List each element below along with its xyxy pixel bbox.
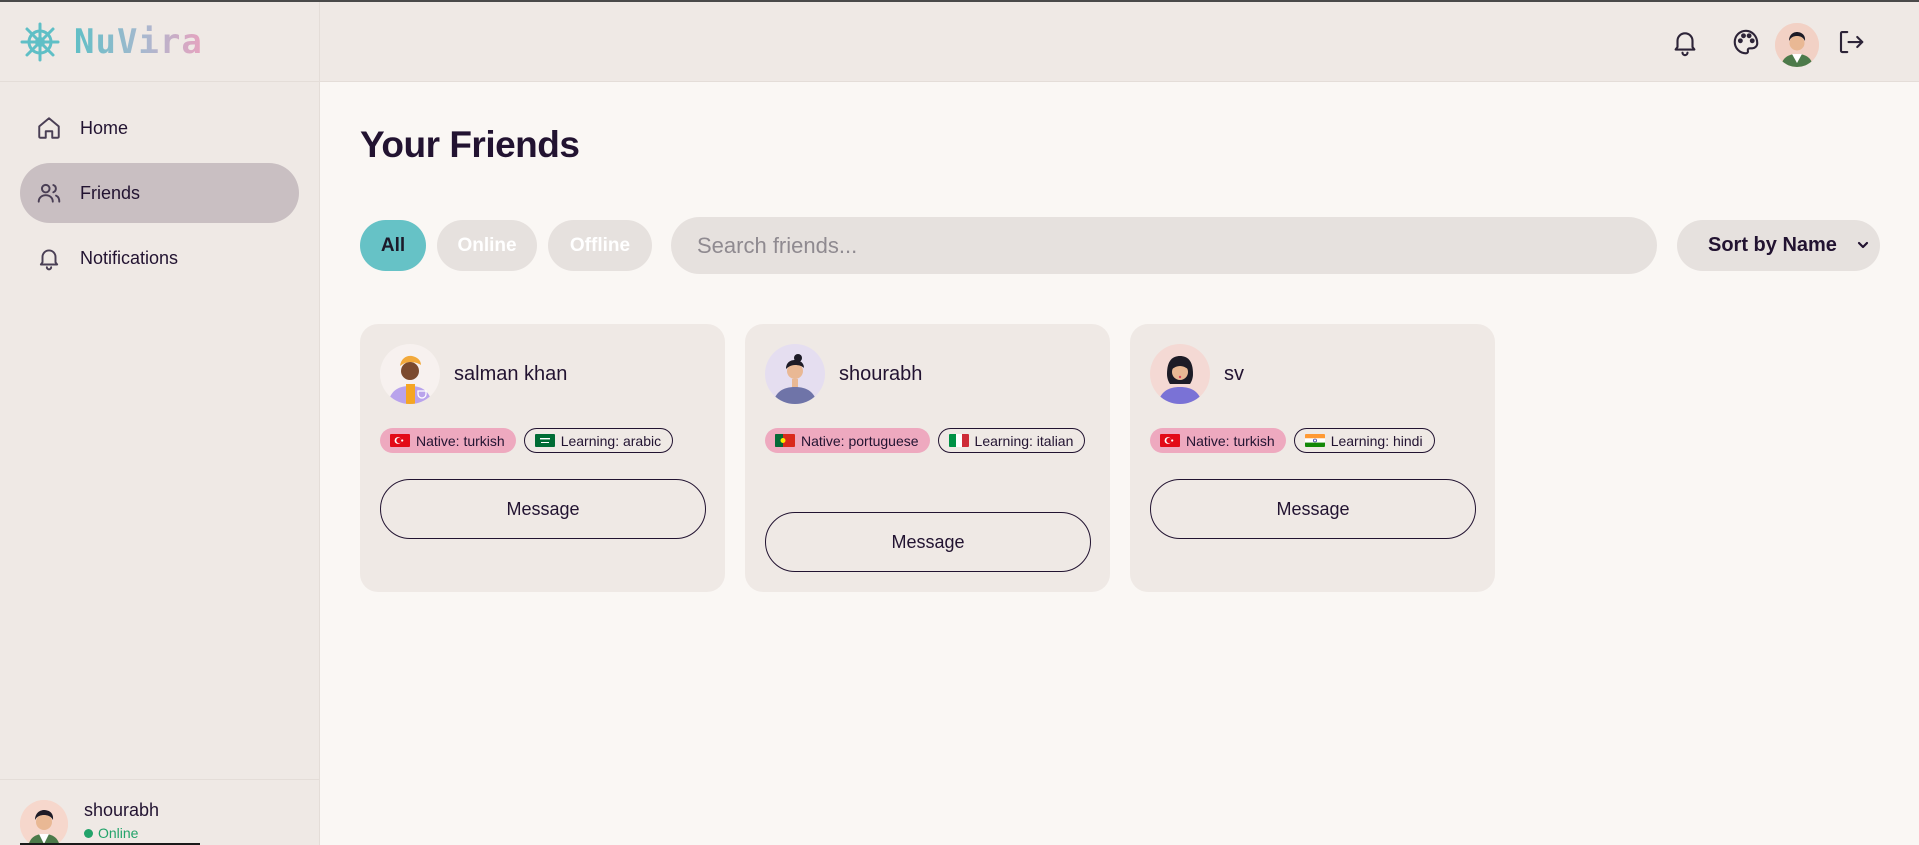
sidebar-item-home[interactable]: Home [20,98,299,158]
friend-card: sv Native: turkish Learning: hindi Messa… [1130,324,1495,592]
turkey-flag-icon [390,434,410,447]
portugal-flag-icon [775,434,795,447]
native-language-badge: Native: turkish [380,428,516,453]
online-dot-icon [84,828,93,838]
friend-name: sv [1224,362,1244,385]
sidebar-item-label: Home [80,117,129,138]
message-button[interactable]: Message [765,512,1091,572]
filter-tabs: All Online Offline [360,220,663,271]
avatar[interactable] [1775,23,1819,67]
brand[interactable]: NuVira [0,2,319,82]
india-flag-icon [1304,434,1325,447]
current-user[interactable]: shourabh Online [0,779,320,845]
sidebar-item-friends[interactable]: Friends [20,163,299,223]
user-name: shourabh [84,800,160,820]
ship-wheel-icon [20,22,60,61]
friend-card: salman khan Native: turkish Learning: ar… [360,324,725,592]
message-button[interactable]: Message [380,479,706,539]
sidebar: NuVira Home Friends Notifications shoura… [0,2,320,845]
logout-icon [1839,30,1864,54]
friend-name: salman khan [454,362,568,385]
friend-name: shourabh [839,362,923,385]
learning-language-badge: Learning: hindi [1293,428,1435,453]
learning-language-badge: Learning: italian [937,428,1086,453]
italy-flag-icon [948,434,969,447]
bell-icon [39,249,59,271]
users-icon [37,183,61,203]
learning-language-badge: Learning: arabic [523,428,674,453]
sidebar-item-label: Friends [80,182,141,203]
sidebar-nav: Home Friends Notifications [0,82,319,288]
theme-button[interactable] [1726,22,1766,62]
sidebar-item-notifications[interactable]: Notifications [20,228,299,288]
bell-icon [1674,32,1696,57]
filter-offline-button[interactable]: Offline [548,220,652,271]
sidebar-item-label: Notifications [80,247,179,268]
saudi-arabia-flag-icon [534,434,555,447]
search-input[interactable] [671,217,1657,274]
logout-button[interactable] [1831,22,1871,62]
native-language-badge: Native: turkish [1150,428,1286,453]
chevron-down-icon [1857,241,1869,249]
palette-icon [1733,29,1759,55]
filter-all-button[interactable]: All [360,220,426,271]
sort-select[interactable]: Sort by Name [1677,220,1880,271]
friend-avatar [765,344,825,404]
native-language-badge: Native: portuguese [765,428,930,453]
page-title: Your Friends [360,124,580,165]
filter-online-button[interactable]: Online [437,220,537,271]
sort-label: Sort by Name [1708,234,1837,256]
friend-avatar [1150,344,1210,404]
status-text: Online [98,825,139,841]
avatar [20,800,68,845]
friend-card: shourabh Native: portuguese Learning: it… [745,324,1110,592]
status-badge: Online [84,825,159,841]
friend-avatar [380,344,440,404]
notifications-button[interactable] [1665,22,1705,62]
brand-name: NuVira [74,21,203,62]
message-button[interactable]: Message [1150,479,1476,539]
friends-grid: salman khan Native: turkish Learning: ar… [360,324,1515,592]
top-header [320,2,1919,82]
turkey-flag-icon [1160,434,1180,447]
home-icon [38,117,60,139]
